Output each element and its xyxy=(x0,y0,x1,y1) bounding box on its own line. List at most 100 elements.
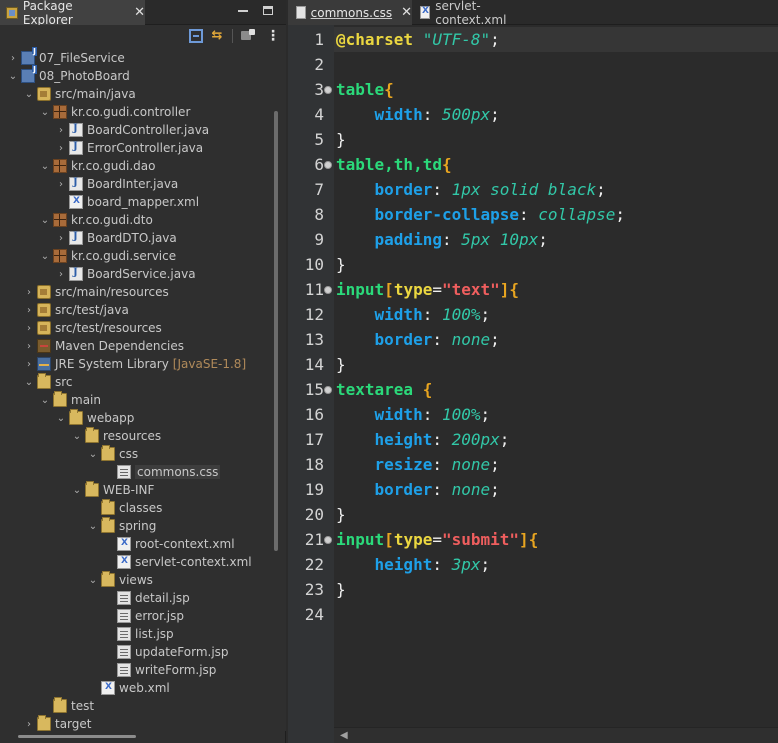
expand-toggle-icon[interactable]: ⌄ xyxy=(88,449,98,460)
tree-item[interactable]: ⌄ src/main/java xyxy=(24,85,136,103)
tree-item[interactable]: › BoardDTO.java xyxy=(56,229,177,247)
tree-item[interactable]: error.jsp xyxy=(104,607,184,625)
tree-item[interactable]: › 07_FileService xyxy=(8,47,125,67)
code-line[interactable]: table{ xyxy=(336,77,394,102)
fold-toggle-icon[interactable] xyxy=(324,386,332,394)
code-line[interactable]: input[type="text"]{ xyxy=(336,277,519,302)
code-line[interactable]: textarea { xyxy=(336,377,432,402)
tree-item[interactable]: › src/test/java xyxy=(24,301,129,319)
tab-servlet-context-xml[interactable]: servlet-context.xml xyxy=(412,0,542,27)
tree-item[interactable]: ⌄ WEB-INF xyxy=(72,481,154,499)
expand-toggle-icon[interactable]: ⌄ xyxy=(24,89,34,100)
expand-toggle-icon[interactable]: ⌄ xyxy=(56,413,66,424)
code-line[interactable]: } xyxy=(336,352,346,377)
tree-item[interactable]: › JRE System Library [JavaSE-1.8] xyxy=(24,355,246,373)
tree-item[interactable]: › src/test/resources xyxy=(24,319,162,337)
tree-item[interactable]: web.xml xyxy=(88,679,170,697)
code-line[interactable]: border-collapse: collapse; xyxy=(336,202,625,227)
expand-toggle-icon[interactable]: ⌄ xyxy=(72,485,82,496)
tree-item[interactable]: commons.css xyxy=(104,463,221,481)
expand-toggle-icon[interactable]: › xyxy=(24,719,34,730)
expand-toggle-icon[interactable]: ⌄ xyxy=(8,71,18,82)
expand-toggle-icon[interactable]: ⌄ xyxy=(40,251,50,262)
tree-item[interactable]: › target xyxy=(24,715,92,731)
tree-item[interactable]: ⌄ webapp xyxy=(56,409,134,427)
close-icon[interactable]: ✕ xyxy=(401,5,412,20)
code-line[interactable]: height: 200px; xyxy=(336,427,510,452)
tree-item[interactable]: › BoardController.java xyxy=(56,121,209,139)
fold-toggle-icon[interactable] xyxy=(324,86,332,94)
tree-item[interactable]: ⌄ kr.co.gudi.service xyxy=(40,247,176,265)
tree-item[interactable]: board_mapper.xml xyxy=(56,193,199,211)
code-line[interactable]: border: none; xyxy=(336,327,500,352)
tree-item[interactable]: ⌄ css xyxy=(88,445,138,463)
code-text-area[interactable] xyxy=(334,25,778,727)
tree-item[interactable]: detail.jsp xyxy=(104,589,190,607)
expand-toggle-icon[interactable]: ⌄ xyxy=(24,377,34,388)
code-line[interactable]: } xyxy=(336,502,346,527)
code-line[interactable]: border: 1px solid black; xyxy=(336,177,606,202)
collapse-all-icon[interactable] xyxy=(189,29,203,43)
tree-item[interactable]: classes xyxy=(88,499,162,517)
code-line[interactable]: border: none; xyxy=(336,477,500,502)
scroll-left-icon[interactable]: ◀ xyxy=(340,730,348,741)
minimize-icon[interactable] xyxy=(238,10,248,12)
maximize-icon[interactable] xyxy=(263,6,273,15)
tree-item[interactable]: test xyxy=(40,697,94,715)
expand-toggle-icon[interactable]: › xyxy=(56,179,66,190)
fold-toggle-icon[interactable] xyxy=(324,536,332,544)
tree-item[interactable]: ⌄ 08_PhotoBoard xyxy=(8,65,130,85)
scrollbar-thumb[interactable] xyxy=(274,111,278,551)
tree-item[interactable]: ⌄ kr.co.gudi.controller xyxy=(40,103,190,121)
code-line[interactable]: @charset "UTF-8"; xyxy=(336,27,500,52)
code-line[interactable]: } xyxy=(336,577,346,602)
tree-item[interactable]: ⌄ kr.co.gudi.dto xyxy=(40,211,153,229)
expand-toggle-icon[interactable]: › xyxy=(8,53,18,64)
code-line[interactable]: width: 100%; xyxy=(336,302,491,327)
expand-toggle-icon[interactable]: ⌄ xyxy=(40,161,50,172)
tree-item[interactable]: ⌄ kr.co.gudi.dao xyxy=(40,157,155,175)
tab-package-explorer[interactable]: Package Explorer ✕ xyxy=(0,0,145,27)
expand-toggle-icon[interactable]: ⌄ xyxy=(72,431,82,442)
tree-item[interactable]: ⌄ views xyxy=(88,571,153,589)
expand-toggle-icon[interactable]: › xyxy=(56,143,66,154)
focus-filter-icon[interactable] xyxy=(241,29,255,43)
tree-item[interactable]: › ErrorController.java xyxy=(56,139,203,157)
tree-item[interactable]: › Maven Dependencies xyxy=(24,337,184,355)
tree-item[interactable]: ⌄ resources xyxy=(72,427,161,445)
expand-toggle-icon[interactable]: › xyxy=(24,341,34,352)
code-line[interactable]: width: 500px; xyxy=(336,102,500,127)
expand-toggle-icon[interactable]: › xyxy=(24,305,34,316)
tree-item[interactable]: servlet-context.xml xyxy=(104,553,252,571)
expand-toggle-icon[interactable]: ⌄ xyxy=(40,215,50,226)
code-line[interactable]: padding: 5px 10px; xyxy=(336,227,548,252)
tree-item[interactable]: › BoardService.java xyxy=(56,265,196,283)
code-line[interactable]: } xyxy=(336,127,346,152)
expand-toggle-icon[interactable]: ⌄ xyxy=(88,521,98,532)
fold-toggle-icon[interactable] xyxy=(324,286,332,294)
code-line[interactable]: input[type="submit"]{ xyxy=(336,527,538,552)
tree-item[interactable]: updateForm.jsp xyxy=(104,643,229,661)
tree-item[interactable]: › src/main/resources xyxy=(24,283,169,301)
explorer-horizontal-scrollbar[interactable] xyxy=(0,731,268,743)
code-line[interactable]: table,th,td{ xyxy=(336,152,452,177)
tree-item[interactable]: writeForm.jsp xyxy=(104,661,216,679)
explorer-vertical-scrollbar[interactable] xyxy=(268,47,286,731)
scrollbar-thumb[interactable] xyxy=(18,735,136,738)
link-with-editor-icon[interactable]: ⇆ xyxy=(210,29,224,43)
expand-toggle-icon[interactable]: › xyxy=(56,233,66,244)
editor-horizontal-scrollbar[interactable]: ◀ xyxy=(334,727,778,743)
tree-item[interactable]: › BoardInter.java xyxy=(56,175,178,193)
expand-toggle-icon[interactable]: › xyxy=(56,269,66,280)
code-line[interactable]: resize: none; xyxy=(336,452,500,477)
code-line[interactable]: } xyxy=(336,252,346,277)
tree-item[interactable]: root-context.xml xyxy=(104,535,235,553)
view-menu-icon[interactable] xyxy=(266,29,274,43)
tree-item[interactable]: ⌄ main xyxy=(40,391,101,409)
expand-toggle-icon[interactable]: › xyxy=(56,125,66,136)
expand-toggle-icon[interactable]: ⌄ xyxy=(40,107,50,118)
expand-toggle-icon[interactable]: › xyxy=(24,287,34,298)
expand-toggle-icon[interactable]: › xyxy=(24,323,34,334)
tab-commons-css[interactable]: commons.css ✕ xyxy=(288,0,412,25)
close-icon[interactable]: ✕ xyxy=(134,5,145,20)
